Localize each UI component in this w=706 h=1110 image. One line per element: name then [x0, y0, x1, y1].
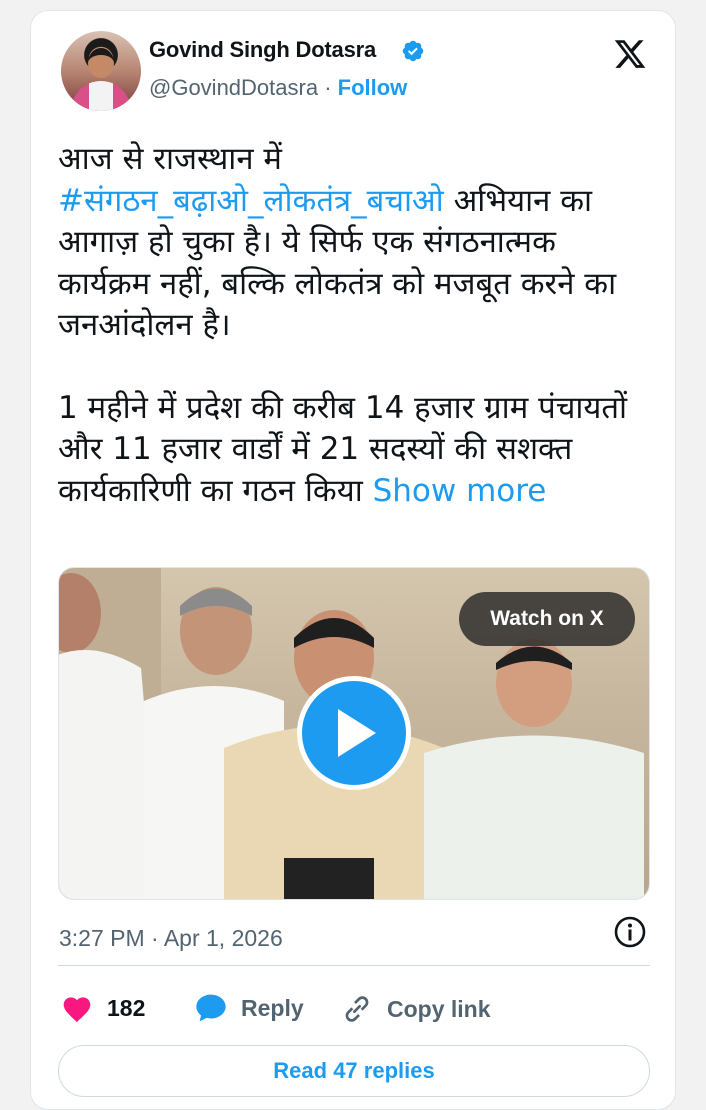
like-button[interactable]: 182	[61, 993, 145, 1023]
read-replies-button[interactable]: Read 47 replies	[58, 1045, 650, 1097]
reply-bubble-icon	[196, 994, 226, 1022]
text-line-1: आज से राजस्थान में	[58, 141, 282, 177]
show-more-link[interactable]: Show more	[373, 473, 547, 509]
separator: ·	[318, 75, 338, 100]
author-name[interactable]: Govind Singh Dotasra	[149, 37, 376, 63]
tweet-card: Govind Singh Dotasra @GovindDotasra · Fo…	[30, 10, 676, 1110]
x-logo-icon[interactable]	[613, 37, 647, 71]
heart-icon	[63, 997, 91, 1023]
copy-link-button[interactable]: Copy link	[341, 993, 491, 1025]
divider	[58, 965, 650, 966]
like-count: 182	[107, 994, 146, 1021]
hashtag-link[interactable]: #संगठन_बढ़ाओ_लोकतंत्र_बचाओ	[58, 183, 444, 219]
avatar[interactable]	[61, 31, 141, 111]
watch-on-x-button[interactable]: Watch on X	[459, 592, 635, 646]
follow-button[interactable]: Follow	[338, 75, 408, 100]
person-figure	[424, 639, 644, 899]
info-icon[interactable]	[613, 915, 647, 949]
play-icon	[338, 709, 376, 757]
video-thumbnail[interactable]: Watch on X	[58, 567, 650, 900]
play-button[interactable]	[297, 676, 411, 790]
reply-label: Reply	[241, 994, 304, 1021]
handle-row: @GovindDotasra · Follow	[149, 75, 407, 101]
reply-button[interactable]: Reply	[195, 993, 304, 1023]
tweet-text: आज से राजस्थान में #संगठन_बढ़ाओ_लोकतंत्र_…	[58, 139, 648, 512]
author-handle[interactable]: @GovindDotasra	[149, 75, 318, 100]
timestamp[interactable]: 3:27 PM · Apr 1, 2026	[59, 925, 283, 952]
copy-link-label: Copy link	[387, 995, 491, 1022]
link-icon	[345, 996, 369, 1022]
verified-badge-icon	[402, 40, 424, 62]
